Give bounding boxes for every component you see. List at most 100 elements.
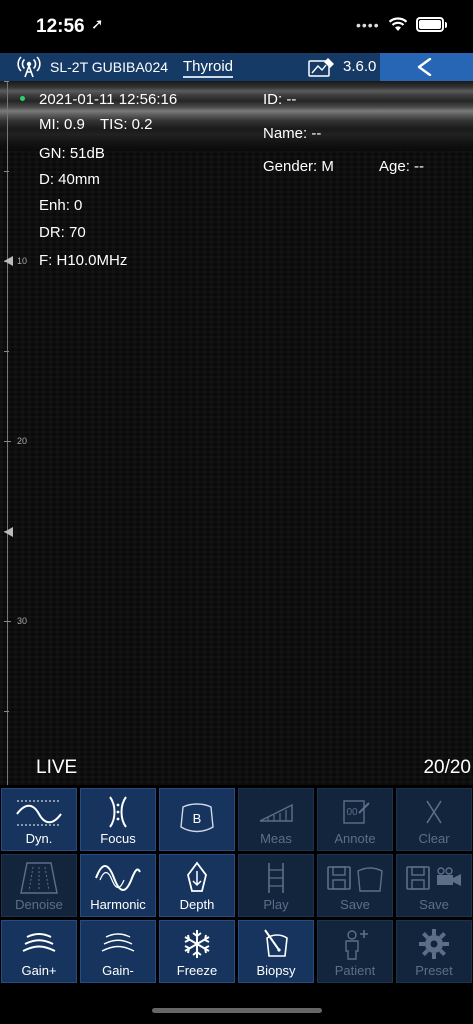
patient-button[interactable]: Patient — [317, 920, 393, 983]
wifi-icon — [388, 17, 408, 31]
top-bar: SL-2T GUBIBA024 Thyroid 3.6.0 — [0, 53, 473, 81]
save-video-button[interactable]: Save — [396, 854, 472, 917]
harmonic-wave-icon — [95, 865, 141, 891]
depth-tick — [4, 711, 9, 712]
app-version: 3.6.0 — [343, 58, 377, 75]
play-label: Play — [263, 897, 289, 912]
depth-label-10: 10 — [17, 256, 28, 266]
back-button[interactable] — [380, 53, 473, 81]
patient-age: Age: -- — [379, 158, 425, 175]
gear-icon — [419, 929, 449, 959]
film-play-icon — [268, 863, 284, 893]
svg-text:00: 00 — [346, 807, 358, 818]
b-mode-button[interactable]: B — [159, 788, 235, 851]
exam-datetime: 2021-01-11 12:56:16 — [39, 91, 178, 108]
depth-value: D: 40mm — [39, 171, 100, 188]
depth-tick — [4, 351, 9, 352]
gain-minus-icon — [101, 933, 135, 952]
frequency-value: F: H10.0MHz — [39, 252, 128, 269]
mi-value: MI: 0.9 — [39, 116, 85, 133]
probe-signal-icon[interactable] — [16, 56, 42, 78]
focus-icon — [109, 796, 127, 828]
depth-label: Depth — [179, 897, 215, 912]
probe-name: SL-2T GUBIBA024 — [50, 59, 169, 75]
clear-x-icon — [426, 800, 442, 824]
depth-scale — [7, 81, 8, 785]
battery-icon — [416, 17, 444, 32]
annotate-icon: 00 — [343, 800, 370, 824]
focus-marker-icon[interactable] — [4, 256, 13, 266]
freeze-button[interactable]: Freeze — [159, 920, 235, 983]
save-image-label: Save — [340, 897, 370, 912]
ultrasound-image[interactable]: 10 20 30 2021-01-11 12:56:16 MI: 0.9 TIS… — [0, 81, 473, 785]
biopsy-needle-icon — [264, 929, 288, 957]
mode-status: LIVE — [36, 757, 78, 778]
clear-label: Clear — [418, 831, 450, 846]
meas-label: Meas — [260, 831, 292, 846]
play-button[interactable]: Play — [238, 854, 314, 917]
focus-marker-icon[interactable] — [4, 527, 13, 537]
depth-tick — [4, 441, 11, 442]
preset-tab[interactable]: Thyroid — [183, 58, 234, 78]
clear-button[interactable]: Clear — [396, 788, 472, 851]
ruler-icon — [259, 803, 293, 822]
depth-label-30: 30 — [17, 616, 28, 626]
annote-label: Annote — [334, 831, 376, 846]
save-image-button[interactable]: Save — [317, 854, 393, 917]
status-bar: 12:56 ➚ •••• — [0, 0, 473, 52]
patient-id: ID: -- — [263, 91, 297, 108]
depth-button[interactable]: Depth — [159, 854, 235, 917]
depth-tick — [4, 171, 9, 172]
denoise-button[interactable]: Denoise — [1, 854, 77, 917]
dynamic-range-value: DR: 70 — [39, 224, 86, 241]
gain-plus-icon — [22, 933, 56, 952]
biopsy-label: Biopsy — [256, 963, 296, 978]
snowflake-icon — [184, 930, 210, 958]
gain-plus-label: Gain+ — [21, 963, 57, 978]
status-time: 12:56 — [36, 16, 85, 37]
patient-name: Name: -- — [263, 125, 322, 142]
tis-value: TIS: 0.2 — [100, 116, 153, 133]
patient-add-icon — [345, 930, 368, 960]
harmonic-button[interactable]: Harmonic — [80, 854, 156, 917]
focus-button[interactable]: Focus — [80, 788, 156, 851]
preset-button[interactable]: Preset — [396, 920, 472, 983]
image-speckle — [0, 151, 473, 785]
gain-minus-button[interactable]: Gain- — [80, 920, 156, 983]
chevron-left-icon — [417, 58, 432, 76]
meas-button[interactable]: Meas — [238, 788, 314, 851]
battery-tip — [445, 22, 447, 28]
patient-label: Patient — [334, 963, 376, 978]
save-image-icon — [327, 866, 383, 892]
dyn-button[interactable]: Dyn. — [1, 788, 77, 851]
location-icon: ➚ — [91, 16, 104, 33]
svg-text:B: B — [193, 811, 202, 826]
dyn-label: Dyn. — [25, 831, 53, 846]
depth-icon — [187, 861, 207, 892]
home-indicator[interactable] — [152, 1008, 322, 1013]
save-video-label: Save — [419, 897, 449, 912]
depth-tick — [4, 81, 9, 82]
control-panel: Dyn. Focus B Meas 00 Annote Clear Denois… — [0, 786, 473, 986]
frame-counter: 20/20 — [423, 757, 471, 778]
focus-label: Focus — [100, 831, 136, 846]
live-indicator-dot — [20, 96, 25, 101]
depth-tick — [4, 621, 11, 622]
cellular-signal-icon: •••• — [356, 17, 380, 33]
gain-value: GN: 51dB — [39, 145, 105, 162]
depth-label-20: 20 — [17, 436, 28, 446]
harmonic-label: Harmonic — [90, 897, 146, 912]
denoise-icon — [20, 862, 58, 894]
enhance-value: Enh: 0 — [39, 197, 83, 214]
save-video-icon — [406, 866, 461, 890]
freeze-label: Freeze — [176, 963, 218, 978]
gain-minus-label: Gain- — [102, 963, 134, 978]
patient-gender: Gender: M — [263, 158, 334, 175]
annote-button[interactable]: 00 Annote — [317, 788, 393, 851]
preset-label: Preset — [415, 963, 453, 978]
dynamic-range-icon — [16, 800, 62, 826]
gain-plus-button[interactable]: Gain+ — [1, 920, 77, 983]
denoise-label: Denoise — [15, 897, 63, 912]
biopsy-button[interactable]: Biopsy — [238, 920, 314, 983]
device-info-icon[interactable] — [308, 56, 336, 78]
